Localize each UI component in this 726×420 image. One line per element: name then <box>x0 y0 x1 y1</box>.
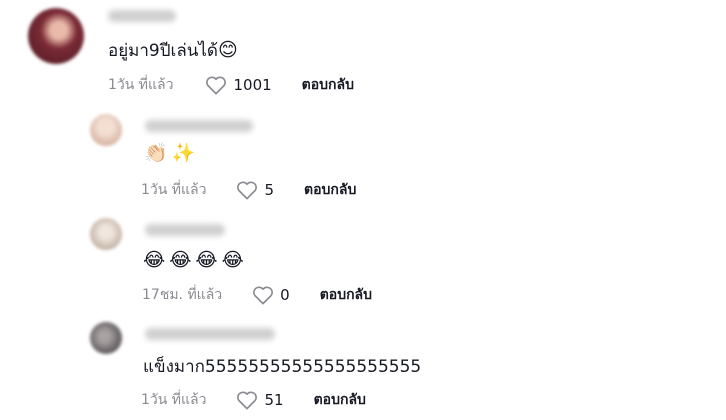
like-count: 51 <box>264 391 284 409</box>
sparkles-emoji: ✨ <box>171 142 196 164</box>
reply-button[interactable]: ตอบกลับ <box>320 284 372 306</box>
laugh-emoji: 😂 <box>195 249 218 271</box>
username-blurred[interactable] <box>108 10 176 22</box>
reply-button[interactable]: ตอบกลับ <box>302 74 354 96</box>
avatar[interactable] <box>90 218 122 250</box>
username-blurred[interactable] <box>145 328 275 340</box>
comment-text-content: แข็งมาก55555555555555555555 <box>143 357 422 377</box>
like-count: 5 <box>264 181 275 199</box>
like-count: 0 <box>280 286 290 304</box>
laugh-emoji: 😂 <box>221 249 244 271</box>
timestamp: 1วัน ที่แล้ว <box>141 182 207 198</box>
username-blurred[interactable] <box>145 120 253 132</box>
comment-meta: 1วัน ที่แล้ว 1001 ตอบกลับ <box>108 74 354 96</box>
clap-emoji: 👏🏻 <box>144 142 168 164</box>
avatar[interactable] <box>28 8 84 64</box>
comment-meta: 1วัน ที่แล้ว 51 ตอบกลับ <box>141 389 366 411</box>
heart-icon <box>205 75 227 95</box>
heart-icon <box>236 180 258 200</box>
comment-text: 👏🏻 ✨ <box>144 142 195 164</box>
comment-text: แข็งมาก55555555555555555555 <box>143 353 421 380</box>
heart-icon <box>252 285 274 305</box>
like-button[interactable]: 51 <box>236 390 284 410</box>
timestamp: 1วัน ที่แล้ว <box>108 77 174 93</box>
laugh-emoji: 😂 <box>169 249 192 271</box>
like-button[interactable]: 5 <box>236 180 274 200</box>
reply-button[interactable]: ตอบกลับ <box>314 389 366 411</box>
reply-button[interactable]: ตอบกลับ <box>304 179 356 201</box>
like-button[interactable]: 1001 <box>205 75 272 95</box>
like-button[interactable]: 0 <box>252 285 290 305</box>
avatar[interactable] <box>90 322 122 354</box>
comment-meta: 1วัน ที่แล้ว 5 ตอบกลับ <box>141 179 356 201</box>
username-blurred[interactable] <box>145 224 225 236</box>
comment-text-content: อยู่มา9ปีเล่นได้ <box>108 41 218 61</box>
like-count: 1001 <box>233 76 272 94</box>
smile-emoji: 😊 <box>217 39 238 61</box>
comment-text: 😂 😂 😂 😂 <box>143 249 244 271</box>
timestamp: 17ชม. ที่แล้ว <box>142 287 223 303</box>
laugh-emoji: 😂 <box>143 249 166 271</box>
comment-text: อยู่มา9ปีเล่นได้😊 <box>108 37 238 64</box>
timestamp: 1วัน ที่แล้ว <box>141 392 207 408</box>
avatar[interactable] <box>90 114 122 146</box>
heart-icon <box>236 390 258 410</box>
comment-meta: 17ชม. ที่แล้ว 0 ตอบกลับ <box>142 284 372 306</box>
